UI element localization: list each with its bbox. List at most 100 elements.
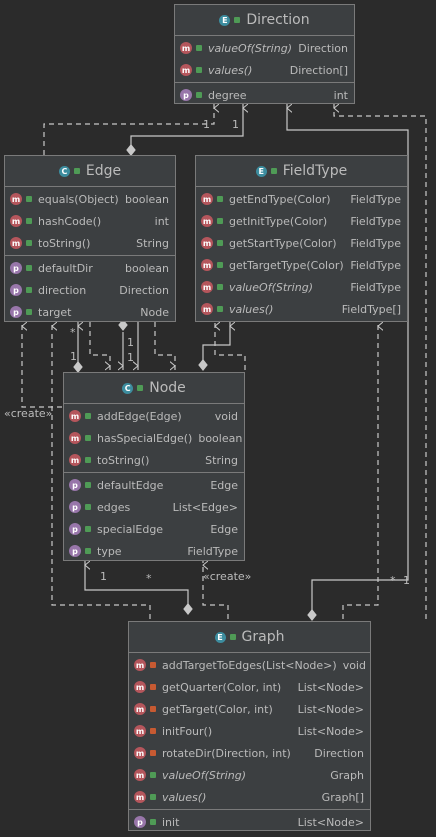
member-type: Direction (298, 41, 348, 55)
property-row[interactable]: p defaultDir boolean (5, 257, 175, 279)
public-visibility-icon (196, 67, 202, 73)
member-name: target (38, 305, 72, 319)
member-type: List<Node> (297, 702, 364, 716)
member-name: rotateDir(Direction, int) (162, 746, 291, 760)
method-row[interactable]: m toString() String (5, 232, 175, 254)
class-box-node[interactable]: C Node m addEdge(Edge) void m hasSpecialEdge()… (63, 372, 245, 561)
method-icon: m (201, 259, 213, 271)
member-type: List<Node> (297, 680, 364, 694)
property-icon: p (10, 262, 22, 274)
public-visibility-icon (217, 240, 223, 246)
edge-graph-fieldtype-dependency (342, 322, 378, 619)
method-row[interactable]: m valueOf(String) Direction (175, 37, 354, 59)
class-box-direction[interactable]: E Direction m valueOf(String) Direction m valu… (174, 4, 355, 104)
edge-edge-node-dependency-d (154, 322, 175, 370)
class-box-graph[interactable]: E Graph m addTargetToEdges(List<Node>) void m… (128, 621, 371, 831)
member-type: FieldType (350, 258, 401, 272)
method-icon: m (201, 237, 213, 249)
method-row[interactable]: m hasSpecialEdge() boolean (64, 427, 244, 449)
method-row[interactable]: m values() Graph[] (129, 786, 370, 808)
member-type: Node (140, 305, 169, 319)
class-header[interactable]: C Node (64, 373, 244, 404)
method-row[interactable]: m values() FieldType[] (196, 298, 407, 320)
method-row[interactable]: m rotateDir(Direction, int) Direction (129, 742, 370, 764)
method-row[interactable]: m hashCode() int (5, 210, 175, 232)
member-type: String (136, 236, 169, 250)
method-row[interactable]: m getTargetType(Color) FieldType (196, 254, 407, 276)
property-row[interactable]: p edges List<Edge> (64, 496, 244, 518)
member-type: boolean (125, 261, 169, 275)
method-row[interactable]: m addEdge(Edge) void (64, 405, 244, 427)
public-visibility-icon (85, 548, 91, 554)
property-icon: p (10, 306, 22, 318)
public-visibility-icon (26, 265, 32, 271)
property-row[interactable]: p direction Direction (5, 279, 175, 301)
method-icon: m (10, 193, 22, 205)
class-header[interactable]: E FieldType (196, 156, 407, 187)
public-visibility-icon (217, 306, 223, 312)
edge-label-multiplicity: 1 (127, 351, 134, 364)
method-row[interactable]: m getQuarter(Color, int) List<Node> (129, 676, 370, 698)
public-visibility-icon (229, 634, 236, 640)
method-row[interactable]: m getInitType(Color) FieldType (196, 210, 407, 232)
member-name: defaultDir (38, 261, 93, 275)
private-visibility-icon (150, 750, 156, 756)
member-name: init (162, 815, 180, 829)
member-name: equals(Object) (38, 192, 119, 206)
property-row[interactable]: p type FieldType (64, 540, 244, 562)
edge-label-multiplicity: * (70, 326, 76, 339)
class-box-edge[interactable]: C Edge m equals(Object) boolean m hashCode() in… (4, 155, 176, 322)
public-visibility-icon (85, 482, 91, 488)
class-name: Graph (241, 629, 285, 645)
class-kind-icon: C (58, 165, 70, 177)
methods-section: m addTargetToEdges(List<Node>) void m getQua… (129, 653, 370, 810)
public-visibility-icon (85, 435, 91, 441)
property-icon: p (69, 479, 81, 491)
member-name: edges (97, 500, 131, 514)
method-row[interactable]: m values() Direction[] (175, 59, 354, 81)
class-header[interactable]: E Direction (175, 5, 354, 36)
member-name: valueOf(String) (162, 768, 246, 782)
method-icon: m (134, 725, 146, 737)
member-name: getTargetType(Color) (229, 258, 344, 272)
public-visibility-icon (217, 262, 223, 268)
member-name: getQuarter(Color, int) (162, 680, 282, 694)
member-name: specialEdge (97, 522, 164, 536)
method-row[interactable]: m getEndType(Color) FieldType (196, 188, 407, 210)
member-name: valueOf(String) (208, 41, 292, 55)
property-row[interactable]: p target Node (5, 301, 175, 323)
method-row[interactable]: m equals(Object) boolean (5, 188, 175, 210)
method-icon: m (134, 681, 146, 693)
class-header[interactable]: C Edge (5, 156, 175, 187)
member-type: Direction (314, 746, 364, 760)
method-icon: m (10, 237, 22, 249)
member-type: FieldType (187, 544, 238, 558)
member-name: values() (229, 302, 274, 316)
diamond-edge-direction (126, 144, 136, 156)
member-name: addEdge(Edge) (97, 409, 182, 423)
method-row[interactable]: m toString() String (64, 449, 244, 471)
public-visibility-icon (26, 309, 32, 315)
property-row[interactable]: p init List<Node> (129, 811, 370, 833)
method-row[interactable]: m valueOf(String) Graph (129, 764, 370, 786)
class-box-fieldtype[interactable]: E FieldType m getEndType(Color) FieldType m ge… (195, 155, 408, 322)
property-row[interactable]: p specialEdge Edge (64, 518, 244, 540)
method-row[interactable]: m valueOf(String) FieldType (196, 276, 407, 298)
member-type: void (214, 409, 238, 423)
member-name: toString() (38, 236, 91, 250)
member-name: getTarget(Color, int) (162, 702, 273, 716)
method-row[interactable]: m getStartType(Color) FieldType (196, 232, 407, 254)
method-row[interactable]: m addTargetToEdges(List<Node>) void (129, 654, 370, 676)
method-row[interactable]: m getTarget(Color, int) List<Node> (129, 698, 370, 720)
method-icon: m (201, 215, 213, 227)
member-type: FieldType (350, 280, 401, 294)
property-row[interactable]: p defaultEdge Edge (64, 474, 244, 496)
method-row[interactable]: m initFour() List<Node> (129, 720, 370, 742)
class-header[interactable]: E Graph (129, 622, 370, 653)
public-visibility-icon (150, 772, 156, 778)
edge-label-multiplicity: * (390, 574, 396, 587)
member-name: getEndType(Color) (229, 192, 331, 206)
property-row[interactable]: p degree int (175, 84, 354, 106)
member-type: Direction (119, 283, 169, 297)
edge-label-multiplicity: 1 (70, 350, 77, 363)
